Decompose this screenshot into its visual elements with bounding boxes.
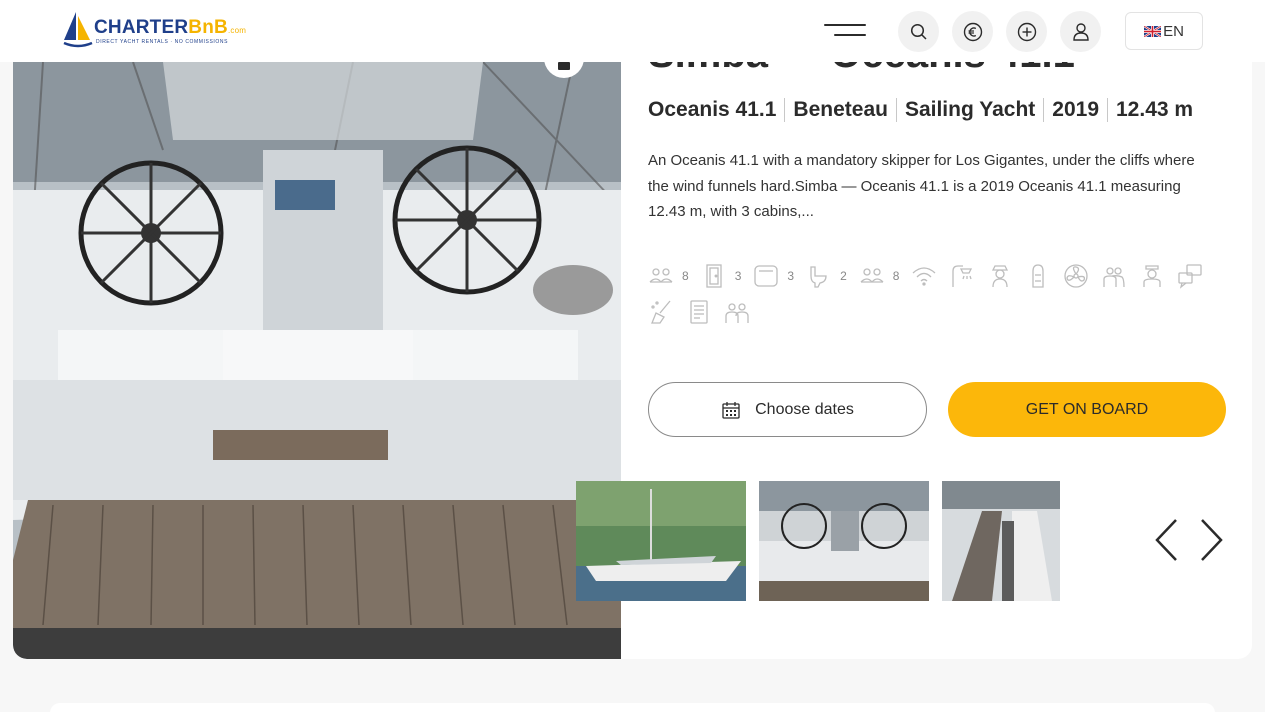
search-button[interactable] [898,11,939,52]
bed-icon [754,265,779,287]
gallery-thumbnail-2[interactable] [759,481,929,601]
document-icon [690,300,708,324]
uk-flag-icon [1144,25,1162,37]
listing-specs: Oceanis 41.1 Beneteau Sailing Yacht 2019… [648,98,1193,122]
amenity-wifi [911,263,937,289]
amenity-captain [1139,263,1165,289]
captain-icon [1143,265,1162,287]
language-selector[interactable]: EN [1125,12,1203,50]
spec-type: Sailing Yacht [904,98,1036,121]
deck-thumbnail [942,481,1060,601]
plus-circle-icon [1017,22,1036,41]
amenity-documents [686,299,712,325]
chevron-right-icon [1201,519,1223,561]
amenity-berths: 3 [753,263,794,289]
people-icon [860,268,884,283]
fan-icon [1064,264,1089,288]
logo-tagline: DIRECT YACHT RENTALS · NO COMMISSIONS [96,39,229,45]
spec-divider [784,98,786,122]
toilet-icon [810,266,827,288]
menu-line [824,24,866,26]
menu-button[interactable] [824,23,866,39]
amenities-row: 8 3 3 2 8 [648,258,1228,294]
amenity-chat [1177,263,1203,289]
main-yacht-photo[interactable] [13,0,621,659]
currency-button[interactable] [952,11,993,52]
guests-icon [649,268,673,283]
amenity-count: 8 [892,269,900,283]
listing-title: Simba — Oceanis 41.1 [648,62,1075,77]
spec-divider [1107,98,1108,122]
amenity-cleaning [648,299,674,325]
listing-title-container: Simba — Oceanis 41.1 [648,62,1208,82]
amenity-cabins: 3 [701,263,742,289]
amenity-team [724,299,750,325]
expand-icon [558,62,570,70]
skipper-icon [992,265,1009,288]
amenity-toilets: 2 [806,263,847,289]
euro-icon [963,22,982,41]
logo-wordmark: CHARTERBnB.com [94,17,247,38]
amenity-count: 2 [840,269,847,283]
next-section-card [50,703,1215,712]
team-icon [725,303,749,323]
cleaning-icon [651,300,671,324]
amenity-count: 3 [787,269,795,283]
chat-icon [1178,264,1203,289]
user-icon [1072,22,1089,41]
listing-description: An Oceanis 41.1 with a mandatory skipper… [648,152,1195,220]
charterbnb-logo[interactable]: CHARTERBnB.com DIRECT YACHT RENTALS · NO… [62,10,252,50]
dinghy-icon [1032,264,1045,288]
amenity-count: 3 [734,269,742,283]
gallery-thumbnail-3[interactable] [942,481,1060,601]
sailboat-logo-icon [63,12,93,48]
spec-length: 12.43 m [1116,98,1194,121]
boat-exterior-thumbnail [576,481,746,601]
amenity-skipper [987,263,1013,289]
spec-year: 2019 [1052,98,1099,121]
chevron-left-icon [1155,519,1177,561]
account-button[interactable] [1060,11,1101,52]
spec-model: Oceanis 41.1 [648,98,777,121]
amenity-people: 8 [859,263,900,289]
cockpit-thumbnail [759,481,929,601]
get-on-board-button[interactable]: GET ON BOARD [948,382,1226,437]
amenities-list: 8 3 3 2 8 [648,258,1228,330]
crew-icon [1103,267,1126,288]
site-header: CHARTERBnB.com DIRECT YACHT RENTALS · NO… [0,0,1265,62]
door-icon [706,264,722,288]
gallery-thumbnail-1[interactable] [576,481,746,601]
language-label: EN [1163,22,1184,40]
gallery-next-button[interactable] [1198,518,1224,562]
spec-builder: Beneteau [793,98,888,121]
amenity-dinghy [1025,263,1051,289]
gallery-prev-button[interactable] [1154,518,1180,562]
amenity-count: 8 [682,269,689,283]
amenity-shower [949,263,975,289]
choose-dates-button[interactable]: Choose dates [648,382,927,437]
add-button[interactable] [1006,11,1047,52]
search-icon [910,23,927,40]
spec-divider [1043,98,1045,122]
amenity-crew [1101,263,1127,289]
shower-icon [952,265,973,287]
wifi-icon [913,267,936,286]
amenities-row [648,294,1228,330]
amenity-fan [1063,263,1089,289]
spec-divider [895,98,897,122]
menu-line [834,34,866,36]
amenity-guests: 8 [648,263,689,289]
calendar-icon [722,401,740,419]
choose-dates-label: Choose dates [755,400,854,418]
cockpit-photo-illustration [13,0,621,659]
